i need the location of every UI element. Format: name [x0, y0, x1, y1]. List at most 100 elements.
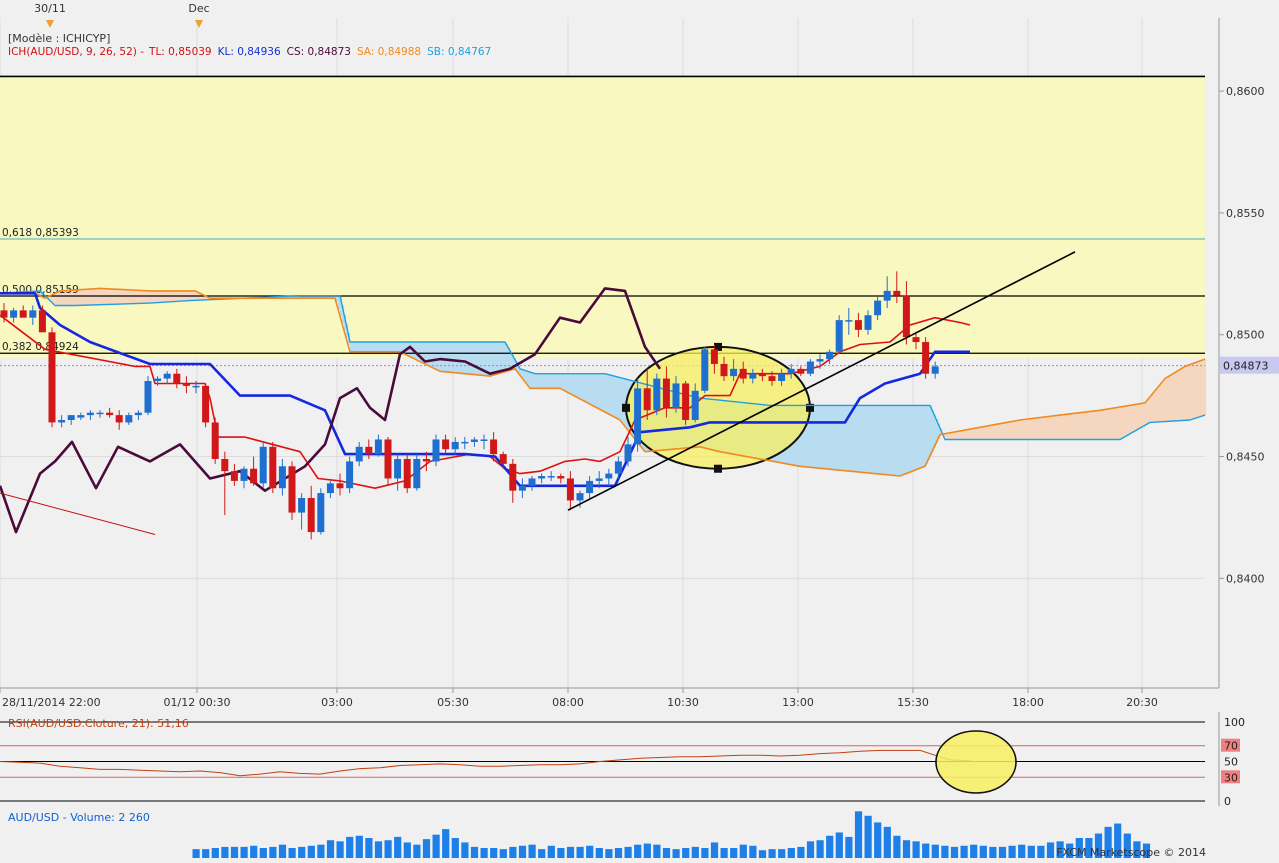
volume-bar — [682, 848, 689, 858]
candle-body — [548, 476, 555, 478]
cloud-slice — [998, 424, 1000, 439]
cloud-slice — [1154, 392, 1156, 422]
cloud-slice — [462, 342, 464, 373]
rsi-panel[interactable]: RSI(AUD/USD.Cloture, 21): 51,16 10070503… — [0, 712, 1245, 808]
cloud-slice — [88, 289, 90, 305]
cloud-slice — [888, 405, 890, 474]
cloud-slice — [392, 342, 394, 352]
cloud-slice — [1034, 418, 1036, 439]
cloud-slice — [950, 433, 952, 440]
cloud-slice — [354, 342, 356, 352]
volume-bar — [961, 846, 968, 858]
cloud-slice — [450, 342, 452, 372]
volume-bar — [644, 844, 651, 858]
volume-bar — [394, 837, 401, 858]
cloud-slice — [622, 378, 624, 422]
candle-body — [58, 420, 65, 422]
cloud-slice — [820, 405, 822, 468]
cloud-slice — [1184, 367, 1186, 420]
cloud-slice — [494, 342, 496, 375]
cloud-slice — [416, 342, 418, 360]
volume-bar — [413, 845, 420, 858]
cloud-slice — [1056, 416, 1058, 440]
cloud-slice — [1052, 416, 1054, 439]
candle-body — [461, 442, 468, 444]
candle-body — [519, 486, 526, 491]
candle-body — [701, 349, 708, 390]
volume-bar — [932, 845, 939, 858]
cloud-slice — [904, 405, 906, 474]
volume-bar — [529, 845, 536, 858]
candle-body — [289, 466, 296, 512]
candle-body — [125, 415, 132, 422]
cloud-slice — [1054, 416, 1056, 440]
candle-body — [173, 374, 180, 384]
cloud-slice — [908, 405, 910, 473]
volume-bar — [356, 836, 363, 858]
volume-bar — [490, 848, 497, 858]
candle-body — [10, 310, 17, 317]
cloud-slice — [1004, 423, 1006, 440]
cloud-slice — [932, 410, 934, 452]
volume-bar — [442, 829, 449, 858]
legend-entry: SA: 0,84988 — [357, 46, 421, 58]
cloud-slice — [1014, 421, 1016, 439]
cloud-slice — [896, 405, 898, 475]
cloud-slice — [98, 289, 100, 305]
candle-body — [145, 381, 152, 413]
time-tick-label: 15:30 — [897, 696, 929, 709]
cloud-slice — [1162, 382, 1164, 421]
price-tick-label: 0,8550 — [1226, 207, 1265, 220]
volume-bar — [327, 840, 334, 858]
volume-bar — [481, 848, 488, 858]
cloud-slice — [446, 342, 448, 372]
cloud-slice — [1106, 409, 1108, 439]
cloud-slice — [572, 374, 574, 395]
candle-body — [490, 439, 497, 454]
cloud-slice — [136, 290, 138, 303]
rsi-highlight-ellipse[interactable] — [936, 731, 1016, 793]
cloud-slice — [142, 290, 144, 303]
cloud-slice — [892, 405, 894, 475]
price-tick-label: 0,8600 — [1226, 85, 1265, 98]
candle-body — [481, 439, 488, 441]
candle-body — [826, 352, 833, 359]
cloud-slice — [1118, 407, 1120, 439]
candle-body — [855, 320, 862, 330]
candle-body — [77, 415, 84, 417]
cloud-slice — [606, 374, 608, 413]
volume-bar — [730, 848, 737, 858]
cloud-slice — [926, 405, 928, 464]
cloud-slice — [122, 290, 124, 304]
cloud-slice — [1084, 412, 1086, 439]
cloud-slice — [916, 405, 918, 469]
cloud-slice — [1074, 413, 1076, 439]
candle-body — [269, 447, 276, 488]
cloud-slice — [1092, 411, 1094, 439]
cloud-slice — [1000, 424, 1002, 440]
cloud-slice — [114, 289, 116, 304]
cloud-slice — [116, 289, 118, 304]
time-tick-label: 20:30 — [1126, 696, 1158, 709]
volume-bar — [193, 849, 200, 858]
cloud-slice — [894, 405, 896, 475]
cloud-slice — [468, 342, 470, 374]
volume-bar — [433, 835, 440, 858]
cloud-slice — [370, 342, 372, 352]
cloud-slice — [566, 374, 568, 392]
cloud-slice — [1166, 378, 1168, 421]
volume-bar — [836, 832, 843, 858]
volume-bar — [769, 849, 776, 858]
cloud-slice — [1204, 359, 1206, 415]
fibonacci-zone-fill — [0, 76, 1205, 358]
volume-bar — [385, 840, 392, 858]
candle-body — [529, 478, 536, 485]
volume-bar — [797, 847, 804, 858]
cloud-slice — [1172, 374, 1174, 421]
cloud-slice — [1058, 415, 1060, 439]
cloud-slice — [400, 342, 402, 352]
cloud-slice — [876, 405, 878, 473]
candle-body — [231, 471, 238, 481]
candle-body — [653, 379, 660, 411]
cloud-slice — [1158, 387, 1160, 422]
